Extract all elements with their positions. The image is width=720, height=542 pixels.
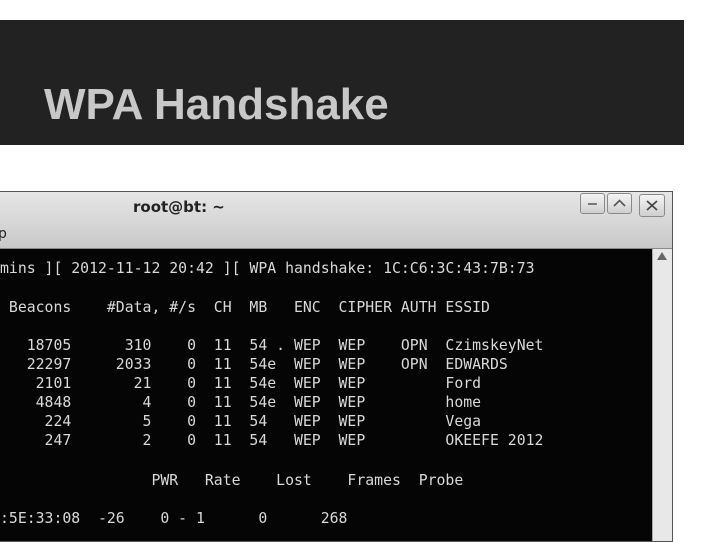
maximize-button[interactable]	[607, 193, 632, 214]
menu-item-partial[interactable]: p	[0, 226, 7, 242]
minimize-button[interactable]	[580, 193, 605, 214]
table-row: :5E:33:08 -26 0 - 1 0 268	[0, 510, 348, 527]
table-row: 2101 21 0 11 54e WEP WEP Ford	[0, 375, 482, 392]
vertical-scrollbar[interactable]	[652, 249, 672, 541]
status-line: mins ][ 2012-11-12 20:42 ][ WPA handshak…	[0, 260, 535, 277]
minimize-icon	[588, 203, 597, 205]
station-table-header: PWR Rate Lost Frames Probe	[0, 472, 464, 489]
close-button[interactable]	[639, 194, 665, 217]
terminal-titlebar[interactable]: root@bt: ~ p	[0, 192, 672, 249]
table-row: 22297 2033 0 11 54e WEP WEP OPN EDWARDS	[0, 356, 508, 373]
slide-title: WPA Handshake	[44, 80, 389, 129]
chevron-up-icon	[613, 199, 626, 207]
close-icon	[646, 200, 658, 211]
table-row: 247 2 0 11 54 WEP WEP OKEEFE 2012	[0, 432, 544, 449]
terminal-window[interactable]: root@bt: ~ p mins ][ 2012-11-12 20:42 ][…	[0, 191, 673, 542]
ap-table-header: Beacons #Data, #/s CH MB ENC CIPHER AUTH…	[0, 299, 490, 316]
table-row: 4848 4 0 11 54e WEP WEP home	[0, 394, 482, 411]
scroll-up-arrow-icon[interactable]	[657, 252, 667, 260]
terminal-output: mins ][ 2012-11-12 20:42 ][ WPA handshak…	[0, 249, 652, 541]
table-row: 224 5 0 11 54 WEP WEP Vega	[0, 413, 482, 430]
table-row: 18705 310 0 11 54 . WEP WEP OPN Czimskey…	[0, 337, 544, 354]
window-title: root@bt: ~	[133, 198, 225, 216]
